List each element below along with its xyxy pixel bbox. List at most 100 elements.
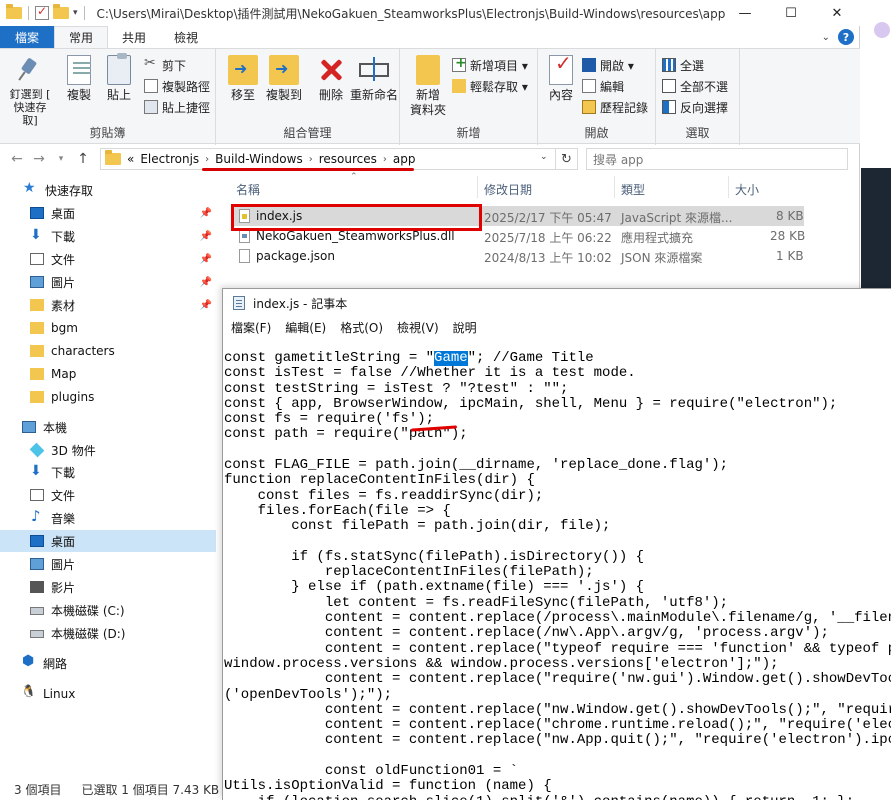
menu-format[interactable]: 格式(O) [340,319,383,336]
help-icon[interactable]: ? [838,29,854,45]
json-file-icon [239,249,250,263]
sidebar-item[interactable]: 圖片 [0,553,216,575]
code-text: const gametitleString = "Game"; //Game T… [223,351,891,800]
pinned-icon[interactable]: 📌 [200,300,212,311]
select-none-label: 全部不選 [680,79,729,94]
maximize-button[interactable]: ☐ [768,0,814,26]
breadcrumb-chevron-icon[interactable]: › [205,154,209,165]
sidebar-item[interactable]: 本機磁碟 (C:) [0,599,216,621]
select-all-button[interactable]: 全選 [662,55,704,75]
copy-to-button[interactable]: 複製到 [262,55,306,103]
sidebar-item[interactable]: bgm [0,317,216,339]
pinned-icon[interactable]: 📌 [200,254,212,265]
history-label: 歷程記錄 [600,100,649,115]
paste-shortcut-button[interactable]: 貼上捷徑 [144,97,210,117]
history-button[interactable]: 歷程記錄 [582,97,648,117]
menu-edit[interactable]: 編輯(E) [285,319,326,336]
address-box[interactable]: « Electronjs › Build-Windows › resources… [100,148,556,170]
column-date[interactable]: 修改日期 [484,181,532,198]
column-size[interactable]: 大小 [735,181,759,198]
chevron-down-icon[interactable]: ▾ [73,8,78,18]
sidebar-item[interactable]: Linux [0,683,216,705]
move-to-button[interactable]: 移至 [224,55,262,103]
sidebar-item[interactable]: Map [0,363,216,385]
copy-path-button[interactable]: 複製路徑 [144,76,210,96]
column-type[interactable]: 類型 [621,181,645,198]
invert-selection-button[interactable]: 反向選擇 [662,97,728,117]
forward-icon[interactable]: → [28,151,50,167]
menu-help[interactable]: 說明 [453,319,477,336]
breadcrumb-chevron-icon[interactable]: › [383,154,387,165]
sidebar-item[interactable]: 下載 [0,461,216,483]
sidebar-item[interactable]: 素材 📌 [0,294,216,316]
breadcrumb-overflow[interactable]: « [127,152,134,166]
column-divider[interactable] [614,176,615,198]
delete-button[interactable]: 刪除 [312,55,350,103]
column-divider[interactable] [477,176,478,198]
refresh-icon[interactable]: ↻ [556,148,578,170]
breadcrumb-app[interactable]: app [393,152,416,166]
rename-button[interactable]: 重新命名 [350,55,398,103]
sidebar-item[interactable]: 下載 📌 [0,225,216,247]
breadcrumb-electronjs[interactable]: Electronjs [140,152,199,166]
sidebar-item[interactable]: 網路 [0,652,216,674]
tab-file[interactable]: 檔案 [0,26,55,48]
breadcrumb-chevron-icon[interactable]: › [309,154,313,165]
sidebar-item[interactable]: 音樂 [0,507,216,529]
sidebar-item-label: 桌面 [51,206,76,221]
tab-share[interactable]: 共用 [108,26,160,48]
properties-icon[interactable] [35,4,49,20]
sidebar-item[interactable]: 桌面 📌 [0,202,216,224]
pictures-icon [30,276,44,288]
tab-view[interactable]: 檢視 [160,26,212,48]
pinned-icon[interactable]: 📌 [200,208,212,219]
cut-button[interactable]: 剪下 [144,55,186,75]
sidebar-item[interactable]: 圖片 📌 [0,271,216,293]
open-label: 開啟 ▾ [600,58,634,73]
address-dropdown-icon[interactable]: ⌄ [540,152,548,162]
recent-locations-icon[interactable]: ▾ [50,154,72,164]
breadcrumb-resources[interactable]: resources [319,152,377,166]
sidebar-item[interactable]: characters [0,340,216,362]
properties-button[interactable]: 內容 [542,55,580,103]
column-divider[interactable] [728,176,729,198]
column-name[interactable]: 名稱 [236,181,260,198]
sidebar-item[interactable]: 影片 [0,576,216,598]
sidebar-item[interactable]: 文件 📌 [0,248,216,270]
paste-button[interactable]: 貼上 [100,53,138,103]
sidebar-item[interactable]: 3D 物件 [0,439,216,461]
file-row[interactable]: package.json 2024/8/13 上午 10:02 JSON 來源檔… [232,246,804,266]
breadcrumb-build-windows[interactable]: Build-Windows [215,152,303,166]
open-button[interactable]: 開啟 ▾ [582,55,634,75]
sidebar-item[interactable]: 文件 [0,484,216,506]
sidebar-item[interactable]: plugins [0,386,216,408]
close-button[interactable]: ✕ [814,0,860,26]
sidebar-item[interactable]: 本機磁碟 (D:) [0,622,216,644]
sidebar-item[interactable]: 本機 [0,416,216,438]
search-input[interactable]: 搜尋 app [586,148,848,170]
star-icon [23,180,38,196]
notepad-editor[interactable]: const gametitleString = "Game"; //Game T… [223,351,891,800]
menu-view[interactable]: 檢視(V) [397,319,439,336]
pinned-icon[interactable]: 📌 [200,231,212,242]
edit-button[interactable]: 編輯 [582,76,624,96]
pinned-icon[interactable]: 📌 [200,277,212,288]
sidebar-item[interactable]: 快速存取 [0,179,216,201]
new-item-button[interactable]: 新增項目 ▾ [452,55,528,75]
tab-home[interactable]: 常用 [54,26,109,48]
copy-to-icon [269,55,299,85]
folder-icon [105,150,121,165]
minimize-button[interactable]: — [722,0,768,26]
select-none-button[interactable]: 全部不選 [662,76,728,96]
menu-file[interactable]: 檔案(F) [231,319,271,336]
easy-access-button[interactable]: 輕鬆存取 ▾ [452,76,528,96]
new-folder-button[interactable]: 新增 資料夾 [406,55,450,118]
sidebar-item[interactable]: 桌面 [0,530,216,552]
up-icon[interactable]: ↑ [72,151,94,167]
toolbar-separator [83,6,85,20]
new-folder-icon[interactable] [53,4,69,19]
pin-to-quick-access-button[interactable]: 釘選到 [ 快速存取] [6,55,54,127]
copy-button[interactable]: 複製 [60,55,98,103]
back-icon[interactable]: ← [6,151,28,167]
expand-ribbon-icon[interactable]: ⌄ [822,32,830,43]
